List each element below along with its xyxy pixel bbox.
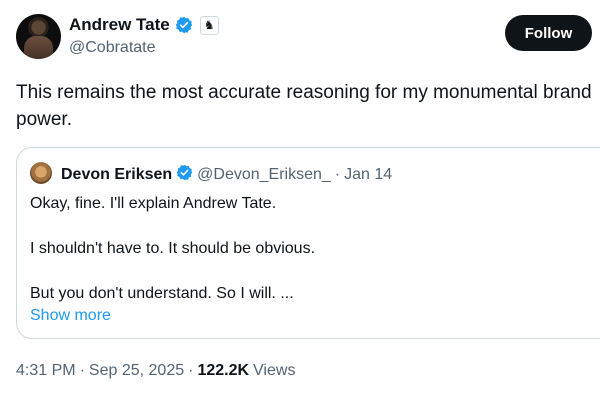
show-more-link[interactable]: Show more — [30, 307, 111, 325]
meta-separator: · — [188, 362, 194, 379]
tweet-text: This remains the most accurate reasoning… — [16, 82, 592, 130]
tweet-date[interactable]: Sep 25, 2025 — [89, 362, 184, 380]
verified-badge-icon — [175, 16, 193, 34]
avatar-figure — [24, 36, 53, 59]
author-name-row: Andrew Tate ♞ — [69, 15, 219, 35]
views-label: Views — [253, 362, 296, 379]
quote-text-line: I shouldn't have to. It should be obviou… — [30, 240, 316, 257]
tweet-meta: 4:31 PM · Sep 25, 2025 · 122.2K Views — [16, 362, 295, 380]
chess-knight-icon[interactable]: ♞ — [199, 15, 219, 35]
views-count[interactable]: 122.2K — [197, 362, 249, 380]
follow-button[interactable]: Follow — [505, 15, 592, 51]
verified-badge-icon — [176, 164, 193, 186]
author-avatar[interactable] — [16, 14, 61, 59]
quote-display-name: Devon Eriksen — [61, 166, 173, 183]
quote-separator: · — [334, 166, 341, 183]
tweet-time[interactable]: 4:31 PM — [16, 362, 76, 380]
quote-date: Jan 14 — [344, 166, 393, 183]
author-display-name[interactable]: Andrew Tate — [69, 15, 170, 35]
quote-author-avatar — [30, 162, 52, 184]
quote-text-line: But you don't understand. So I will. ... — [30, 285, 294, 302]
author-handle[interactable]: @Cobratate — [69, 39, 156, 57]
quote-header: Devon Eriksen @Devon_Eriksen_ · Jan 14 — [61, 164, 392, 186]
quote-tweet-card[interactable]: Devon Eriksen @Devon_Eriksen_ · Jan 14 O… — [16, 147, 600, 339]
quote-text-line: Okay, fine. I'll explain Andrew Tate. — [30, 195, 277, 212]
quote-handle: @Devon_Eriksen_ — [197, 166, 331, 183]
meta-separator: · — [79, 362, 85, 379]
